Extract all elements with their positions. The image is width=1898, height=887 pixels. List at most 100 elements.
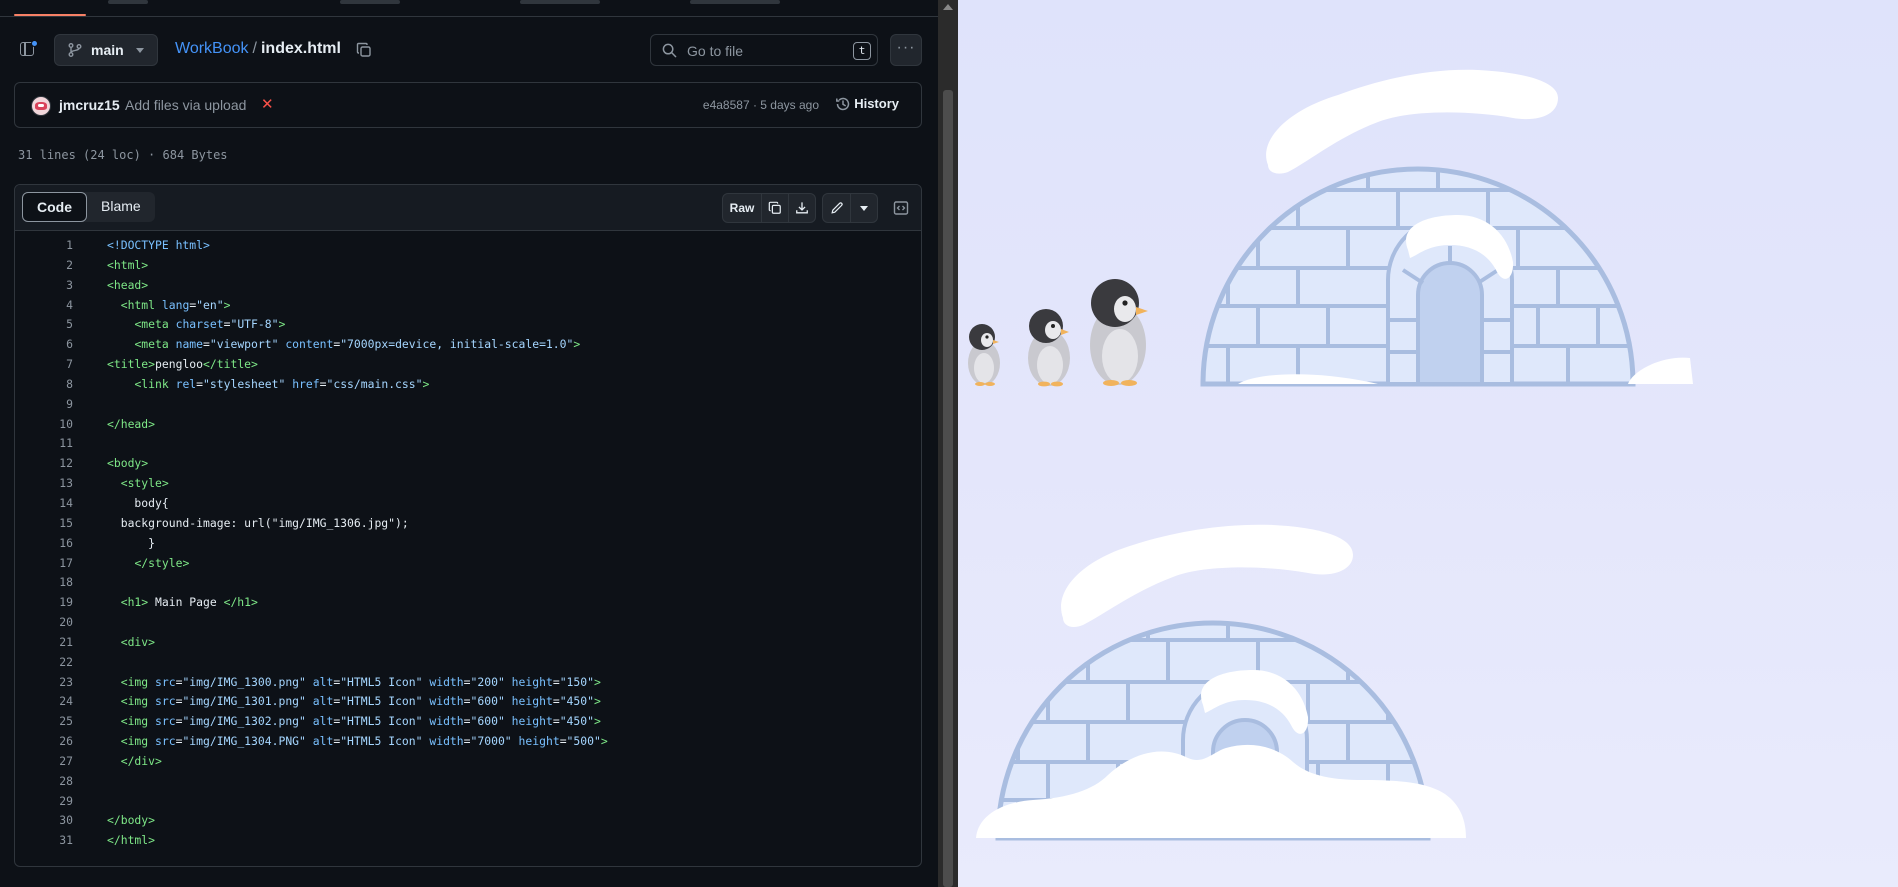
code-line[interactable]: 24 <img src = "img/IMG_1301.png" alt = "HTML… [15, 692, 921, 712]
commit-message-link[interactable]: Add files via upload [125, 97, 246, 113]
code-line[interactable]: 10 </head> [15, 415, 921, 435]
download-button[interactable] [788, 194, 815, 222]
line-number[interactable]: 27 [15, 752, 73, 772]
scroll-up-arrow-icon[interactable] [943, 4, 953, 10]
code-token: <meta [134, 337, 169, 352]
line-number[interactable]: 15 [15, 514, 73, 534]
code-line[interactable]: 20 [15, 613, 921, 633]
code-line[interactable]: 11 [15, 434, 921, 454]
avatar[interactable] [31, 96, 51, 116]
line-number[interactable]: 20 [15, 613, 73, 633]
code-line[interactable]: 25 <img src = "img/IMG_1302.png" alt = "HTML… [15, 712, 921, 732]
line-number[interactable]: 29 [15, 792, 73, 812]
go-to-file-input[interactable]: Go to file t [650, 34, 878, 66]
line-number[interactable]: 10 [15, 415, 73, 435]
line-number[interactable]: 25 [15, 712, 73, 732]
code-line[interactable]: 2 <html> [15, 256, 921, 276]
copy-icon [768, 201, 781, 214]
code-line[interactable]: 1 <!DOCTYPE html> [15, 236, 921, 256]
code-token: = [203, 337, 210, 352]
vertical-scrollbar[interactable] [938, 0, 958, 887]
line-number[interactable]: 30 [15, 811, 73, 831]
line-number[interactable]: 8 [15, 375, 73, 395]
copy-path-icon[interactable] [356, 42, 372, 58]
line-number[interactable]: 22 [15, 653, 73, 673]
line-number[interactable]: 31 [15, 831, 73, 851]
copy-raw-button[interactable] [761, 194, 788, 222]
raw-button[interactable]: Raw [723, 194, 761, 222]
code-line[interactable]: 31 </html> [15, 831, 921, 851]
code-lines: 1 <!DOCTYPE html> 2 <html> 3 <head> 4 <html la… [15, 231, 921, 851]
code-line[interactable]: 18 [15, 573, 921, 593]
line-number[interactable]: 14 [15, 494, 73, 514]
tab-blame[interactable]: Blame [87, 192, 155, 222]
line-number[interactable]: 5 [15, 315, 73, 335]
code-token: <style> [120, 476, 169, 491]
scrollbar-thumb[interactable] [943, 90, 953, 887]
check-failed-icon[interactable]: ✕ [261, 95, 274, 113]
code-line[interactable]: 6 <meta name="viewport" content="7000px=… [15, 335, 921, 355]
code-line[interactable]: 21 <div> [15, 633, 921, 653]
line-number[interactable]: 7 [15, 355, 73, 375]
line-number[interactable]: 21 [15, 633, 73, 653]
line-number[interactable]: 11 [15, 434, 73, 454]
breadcrumb-repo-link[interactable]: WorkBook [175, 40, 249, 57]
line-content: <title>pengloo</title> [107, 355, 258, 375]
line-number[interactable]: 16 [15, 534, 73, 554]
commit-sha-and-time[interactable]: e4a8587 · 5 days ago [703, 98, 819, 112]
code-line[interactable]: 16 } [15, 534, 921, 554]
line-number[interactable]: 2 [15, 256, 73, 276]
code-line[interactable]: 13 <style> [15, 474, 921, 494]
code-line[interactable]: 14 body{ [15, 494, 921, 514]
code-line[interactable]: 29 [15, 792, 921, 812]
code-line[interactable]: 8 <link rel="stylesheet" href="css/main.… [15, 375, 921, 395]
line-number[interactable]: 6 [15, 335, 73, 355]
code-token: = [552, 694, 560, 709]
line-number[interactable]: 1 [15, 236, 73, 256]
line-number[interactable]: 3 [15, 276, 73, 296]
symbols-panel-button[interactable] [887, 193, 915, 223]
code-line[interactable]: 3 <head> [15, 276, 921, 296]
line-number[interactable]: 17 [15, 554, 73, 574]
code-line[interactable]: 30 </body> [15, 811, 921, 831]
tab-code[interactable]: Code [22, 192, 87, 222]
line-number[interactable]: 23 [15, 673, 73, 693]
code-line[interactable]: 15 background-image: url("img/IMG_1306.j… [15, 514, 921, 534]
line-content: body{ [107, 494, 168, 514]
code-line[interactable]: 12 <body> [15, 454, 921, 474]
code-line[interactable]: 27 </div> [15, 752, 921, 772]
file-stats: 31 lines (24 loc) · 684 Bytes [18, 148, 228, 162]
line-number[interactable]: 18 [15, 573, 73, 593]
code-token: "HTML5 Icon" [340, 674, 423, 689]
code-line[interactable]: 17 </style> [15, 554, 921, 574]
line-number[interactable]: 24 [15, 692, 73, 712]
line-number[interactable]: 26 [15, 732, 73, 752]
history-icon [836, 97, 850, 111]
code-line[interactable]: 26 <img src = "img/IMG_1304.PNG" alt = "HTML… [15, 732, 921, 752]
branch-selector-button[interactable]: main [54, 34, 158, 66]
line-number[interactable]: 4 [15, 296, 73, 316]
line-number[interactable]: 13 [15, 474, 73, 494]
commit-author-link[interactable]: jmcruz15 [59, 97, 120, 113]
file-tree-toggle-icon[interactable] [18, 38, 40, 60]
line-number[interactable]: 28 [15, 772, 73, 792]
tab-fragment [340, 0, 400, 4]
history-button[interactable]: History [854, 96, 899, 111]
code-line[interactable]: 22 [15, 653, 921, 673]
code-line[interactable]: 19 <h1> Main Page </h1> [15, 593, 921, 613]
code-line[interactable]: 5 <meta charset="UTF-8"> [15, 315, 921, 335]
code-line[interactable]: 7 <title>pengloo</title> [15, 355, 921, 375]
edit-options-dropdown[interactable] [850, 194, 877, 222]
code-token: content [285, 337, 334, 352]
line-number[interactable]: 9 [15, 395, 73, 415]
more-options-button[interactable]: ··· [890, 34, 922, 66]
line-number[interactable]: 12 [15, 454, 73, 474]
code-token: rel [175, 376, 197, 391]
code-line[interactable]: 23 <img src = "img/IMG_1300.png" alt = "HTML… [15, 673, 921, 693]
code-line[interactable]: 9 [15, 395, 921, 415]
edit-file-button[interactable] [823, 194, 850, 222]
line-number[interactable]: 19 [15, 593, 73, 613]
code-line[interactable]: 4 <html lang="en"> [15, 296, 921, 316]
code-line[interactable]: 28 [15, 772, 921, 792]
